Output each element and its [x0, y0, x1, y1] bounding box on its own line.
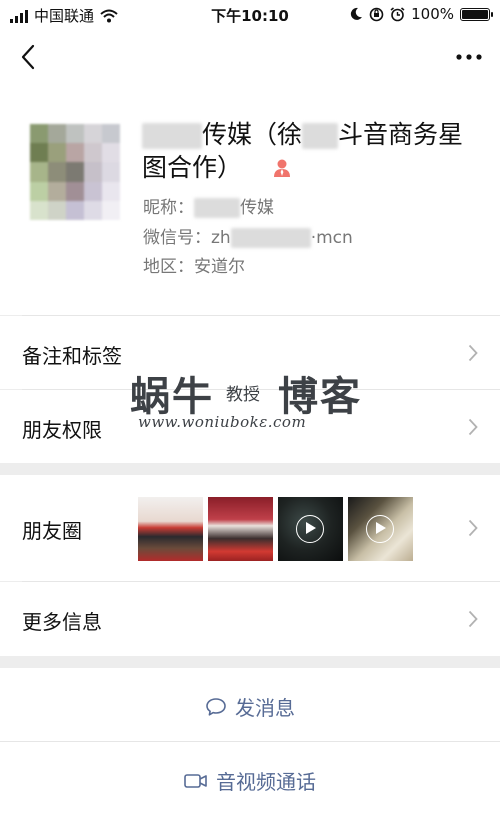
wechat-id-line: 微信号：zh ·mcn: [143, 228, 353, 248]
redacted-text: [230, 228, 311, 248]
row-moments[interactable]: 朋友圈: [0, 475, 500, 581]
redacted-text: [194, 198, 240, 218]
redacted-text: [302, 123, 339, 149]
avatar[interactable]: [30, 124, 120, 220]
status-bar: 中国联通 下午10:10 100%: [0, 0, 500, 30]
moments-photo-thumbnail: [138, 497, 203, 561]
chat-bubble-icon: [206, 697, 226, 716]
moments-photo-thumbnail: [208, 497, 273, 561]
redacted-text: [142, 123, 202, 149]
send-message-button[interactable]: 发消息: [0, 668, 500, 741]
profile-card: 传媒（徐 斗音商务星图合作） 昵称： 传媒 微信号：zh ·mcn 地区：安道尔: [0, 82, 500, 315]
row-remarks-tags[interactable]: 备注和标签: [0, 316, 500, 389]
moments-video-thumbnail: [348, 497, 413, 561]
row-friend-permissions[interactable]: 朋友权限: [0, 390, 500, 463]
moments-video-thumbnail: [278, 497, 343, 561]
moments-thumbnails: [138, 497, 413, 561]
chevron-left-icon[interactable]: [14, 42, 44, 72]
battery-percent: 100%: [411, 5, 454, 23]
contact-person-icon: [272, 153, 292, 186]
battery-fill: [462, 9, 488, 19]
alarm-icon: [390, 6, 405, 21]
display-name: 传媒（徐 斗音商务星图合作）: [142, 118, 477, 186]
moon-icon: [350, 7, 363, 20]
chevron-right-icon: [468, 519, 478, 537]
ellipsis-icon[interactable]: [452, 42, 486, 72]
rotation-lock-icon: [369, 7, 384, 21]
nav-bar: [0, 30, 500, 82]
chevron-right-icon: [468, 610, 478, 628]
video-camera-icon: [184, 773, 207, 788]
chevron-right-icon: [468, 418, 478, 436]
chevron-right-icon: [468, 344, 478, 362]
region-line: 地区：安道尔: [143, 257, 245, 277]
play-icon: [296, 515, 324, 543]
battery-icon: [460, 7, 493, 21]
video-call-button[interactable]: 音视频通话: [0, 742, 500, 817]
play-icon: [366, 515, 394, 543]
row-more-info[interactable]: 更多信息: [0, 582, 500, 656]
nickname-line: 昵称： 传媒: [143, 198, 274, 218]
